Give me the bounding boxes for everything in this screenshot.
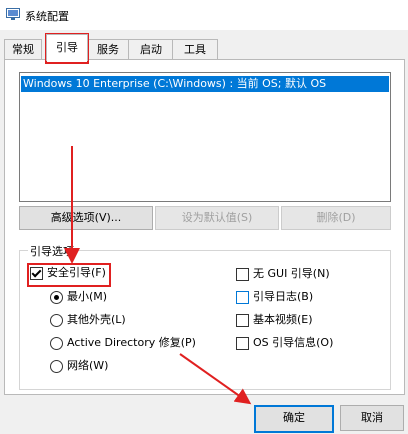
annotation-arrows	[64, 146, 252, 405]
arrow-to-ok	[179, 353, 252, 405]
tab-boot[interactable]: 引导	[46, 34, 88, 61]
